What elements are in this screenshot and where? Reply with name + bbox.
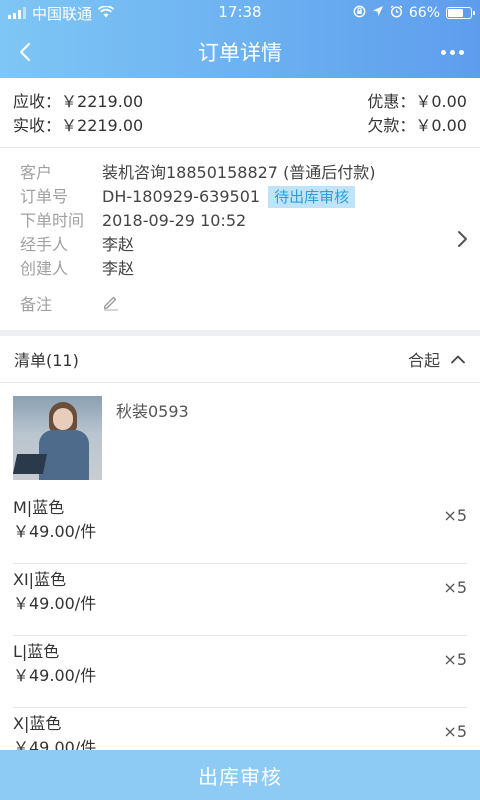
edit-note-button[interactable] (102, 293, 120, 318)
wifi-icon (97, 4, 115, 22)
variant-row[interactable]: M|蓝色 ￥49.00/件 ×5 (13, 492, 467, 564)
status-left: 中国联通 (8, 3, 115, 24)
collapse-button[interactable]: 合起 (408, 347, 466, 371)
order-no-label: 订单号 (20, 187, 69, 206)
product-name: 秋装0593 (116, 402, 189, 421)
battery-percent: 66% (408, 5, 440, 21)
header: 中国联通 17:38 66% 订单详情 (0, 0, 480, 78)
nav-bar: 订单详情 (0, 26, 480, 78)
more-dot-icon (449, 49, 455, 55)
handler-row: 经手人 李赵 (20, 233, 460, 257)
carrier-label: 中国联通 (32, 4, 93, 23)
pencil-icon (103, 296, 118, 311)
handler-label: 经手人 (20, 235, 69, 254)
list-header: 清单(11) 合起 (0, 336, 480, 383)
product-thumbnail (13, 396, 102, 480)
alarm-icon (390, 4, 403, 22)
receivable: 应收：￥2219.00 (13, 90, 143, 114)
variant-price: ￥49.00/件 (13, 666, 97, 685)
variant-row[interactable]: L|蓝色 ￥49.00/件 ×5 (13, 636, 467, 708)
note-label: 备注 (20, 295, 53, 314)
receivable-value: ￥2219.00 (61, 92, 144, 111)
customer-row: 客户 装机咨询18850158827 (普通后付款) (20, 161, 460, 185)
variant-price: ￥49.00/件 (13, 594, 97, 613)
page-title: 订单详情 (198, 41, 282, 65)
received-value: ￥2219.00 (61, 116, 144, 135)
variant-name: XI|蓝色 (13, 570, 67, 589)
order-time-value: 2018-09-29 10:52 (102, 211, 247, 230)
debt-value: ￥0.00 (415, 116, 467, 135)
order-no-row: 订单号 DH-180929-639501 待出库审核 (20, 185, 460, 209)
variant-row[interactable]: XI|蓝色 ￥49.00/件 ×5 (13, 564, 467, 636)
customer-label: 客户 (20, 163, 53, 182)
variant-name: L|蓝色 (13, 642, 60, 661)
list-title: 清单(11) (14, 351, 79, 370)
back-button[interactable] (0, 26, 50, 78)
chevron-up-icon (451, 355, 465, 364)
order-no-value: DH-180929-639501 (102, 187, 261, 206)
variant-price: ￥49.00/件 (13, 522, 97, 541)
creator-value: 李赵 (102, 259, 135, 278)
order-info[interactable]: 客户 装机咨询18850158827 (普通后付款) 订单号 DH-180929… (0, 149, 480, 330)
outbound-review-button[interactable]: 出库审核 (0, 750, 480, 800)
lock-rotation-icon (353, 5, 366, 22)
variant-quantity: ×5 (443, 506, 467, 525)
chevron-left-icon (19, 42, 31, 62)
variant-name: X|蓝色 (13, 714, 62, 733)
more-button[interactable] (424, 26, 480, 78)
receivable-label: 应收： (13, 92, 62, 111)
variant-quantity: ×5 (443, 578, 467, 597)
more-dot-icon (458, 49, 464, 55)
status-right: 66% (353, 4, 475, 22)
variant-name: M|蓝色 (13, 498, 65, 517)
note-row: 备注 (20, 293, 460, 317)
debt: 欠款：￥0.00 (367, 114, 467, 138)
signal-icon (8, 7, 26, 19)
received: 实收：￥2219.00 (13, 114, 143, 138)
discount-label: 优惠： (367, 92, 416, 111)
order-time-row: 下单时间 2018-09-29 10:52 (20, 209, 460, 233)
summary-row-2: 实收：￥2219.00 欠款：￥0.00 (13, 114, 467, 138)
creator-label: 创建人 (20, 259, 69, 278)
status-badge: 待出库审核 (268, 186, 356, 208)
battery-icon (446, 7, 475, 19)
customer-value: 装机咨询18850158827 (普通后付款) (102, 163, 376, 182)
collapse-label: 合起 (407, 351, 440, 370)
amount-summary: 应收：￥2219.00 优惠：￥0.00 实收：￥2219.00 欠款：￥0.0… (0, 78, 480, 148)
debt-label: 欠款： (367, 116, 416, 135)
status-bar: 中国联通 17:38 66% (0, 0, 480, 26)
received-label: 实收： (13, 116, 62, 135)
order-time-label: 下单时间 (20, 211, 85, 230)
discount-value: ￥0.00 (415, 92, 467, 111)
variant-quantity: ×5 (443, 650, 467, 669)
product-item[interactable]: 秋装0593 (13, 396, 189, 480)
handler-value: 李赵 (102, 235, 135, 254)
location-icon (372, 5, 384, 21)
summary-row-1: 应收：￥2219.00 优惠：￥0.00 (13, 90, 467, 114)
creator-row: 创建人 李赵 (20, 257, 460, 281)
discount: 优惠：￥0.00 (367, 90, 467, 114)
variant-quantity: ×5 (443, 722, 467, 741)
chevron-right-icon[interactable] (456, 229, 468, 253)
more-dot-icon (440, 49, 446, 55)
